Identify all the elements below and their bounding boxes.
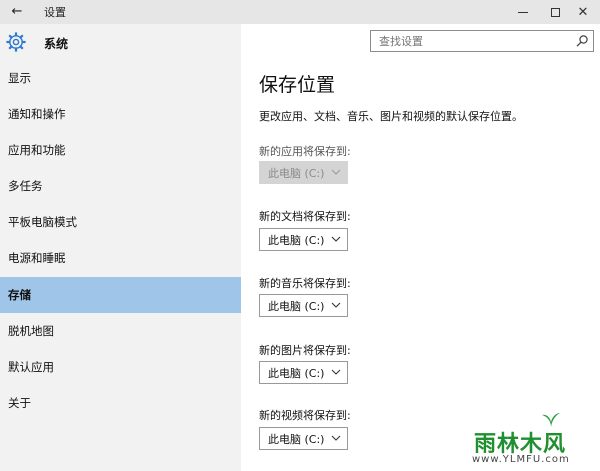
sidebar-item-about[interactable]: 关于 bbox=[0, 385, 241, 421]
chevron-down-icon bbox=[331, 435, 341, 441]
sidebar-item-offline-maps[interactable]: 脱机地图 bbox=[0, 313, 241, 349]
sidebar-item-tablet-mode[interactable]: 平板电脑模式 bbox=[0, 204, 241, 240]
minimize-button[interactable] bbox=[506, 0, 540, 24]
pictures-save-location-dropdown[interactable]: 此电脑 (C:) bbox=[259, 361, 348, 384]
documents-save-label: 新的文档将保存到: bbox=[259, 210, 351, 223]
section-header: 系统 bbox=[0, 24, 241, 60]
sidebar-item-power-sleep[interactable]: 电源和睡眠 bbox=[0, 240, 241, 276]
pictures-save-location-value: 此电脑 (C:) bbox=[268, 366, 325, 380]
pictures-save-label: 新的图片将保存到: bbox=[259, 344, 351, 357]
apps-save-label: 新的应用将保存到: bbox=[259, 145, 351, 158]
sidebar-item-notifications[interactable]: 通知和操作 bbox=[0, 96, 241, 132]
title-bar: ← 设置 ✕ bbox=[0, 0, 600, 24]
chevron-down-icon bbox=[331, 302, 341, 308]
close-button[interactable]: ✕ bbox=[566, 0, 600, 24]
apps-save-location-value: 此电脑 (C:) bbox=[268, 166, 325, 180]
sidebar-item-multitasking[interactable]: 多任务 bbox=[0, 168, 241, 204]
music-save-location-value: 此电脑 (C:) bbox=[268, 299, 325, 313]
gear-icon bbox=[6, 32, 26, 52]
videos-save-location-dropdown[interactable]: 此电脑 (C:) bbox=[259, 427, 348, 450]
apps-save-location-dropdown: 此电脑 (C:) bbox=[259, 161, 348, 184]
search-input[interactable] bbox=[371, 31, 567, 51]
sidebar-item-storage[interactable]: 存储 bbox=[0, 277, 241, 313]
chevron-down-icon bbox=[331, 369, 341, 375]
documents-save-location-dropdown[interactable]: 此电脑 (C:) bbox=[259, 228, 348, 251]
minimize-icon bbox=[518, 11, 528, 13]
videos-save-location-value: 此电脑 (C:) bbox=[268, 432, 325, 446]
section-title: 系统 bbox=[44, 37, 69, 51]
window-title: 设置 bbox=[44, 6, 66, 19]
music-save-location-dropdown[interactable]: 此电脑 (C:) bbox=[259, 294, 348, 317]
page-title: 保存位置 bbox=[259, 74, 336, 96]
documents-save-location-value: 此电脑 (C:) bbox=[268, 233, 325, 247]
search-icon[interactable] bbox=[575, 34, 589, 48]
chevron-down-icon bbox=[331, 169, 341, 175]
sidebar-item-apps-features[interactable]: 应用和功能 bbox=[0, 132, 241, 168]
maximize-icon bbox=[550, 7, 560, 17]
search-box bbox=[370, 30, 594, 52]
back-arrow-icon[interactable]: ← bbox=[6, 2, 28, 20]
videos-save-label: 新的视频将保存到: bbox=[259, 409, 351, 422]
page-description: 更改应用、文档、音乐、图片和视频的默认保存位置。 bbox=[259, 110, 523, 123]
sidebar-item-display[interactable]: 显示 bbox=[0, 60, 241, 96]
chevron-down-icon bbox=[331, 236, 341, 242]
sidebar-item-default-apps[interactable]: 默认应用 bbox=[0, 349, 241, 385]
music-save-label: 新的音乐将保存到: bbox=[259, 277, 351, 290]
watermark-logo: 雨林木风 www.YLMFU.com bbox=[462, 408, 600, 471]
watermark-url: www.YLMFU.com bbox=[472, 454, 570, 465]
close-icon: ✕ bbox=[577, 4, 589, 20]
